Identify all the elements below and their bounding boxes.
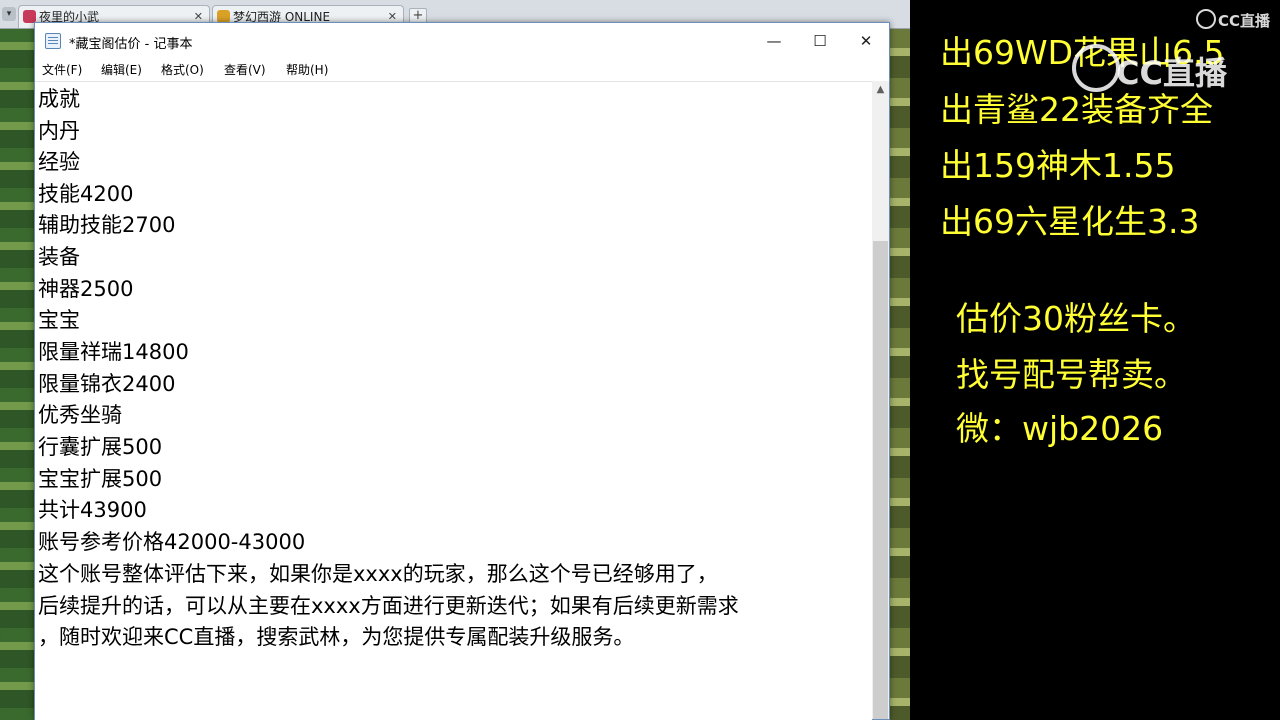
vertical-scrollbar[interactable]: ▲: [872, 81, 889, 719]
notepad-icon: [45, 33, 61, 49]
text-line: 宝宝: [38, 308, 80, 332]
watermark-large: CC直播: [1116, 54, 1227, 92]
text-line: 账号参考价格42000-43000: [38, 530, 306, 554]
menu-bar: 文件(F) 编辑(E) 格式(O) 查看(V) 帮助(H): [35, 59, 889, 81]
maximize-button[interactable]: ☐: [797, 23, 843, 59]
text-line: 内丹: [38, 119, 80, 143]
close-button[interactable]: ✕: [843, 23, 889, 59]
text-line: 限量锦衣2400: [38, 372, 176, 396]
menu-format[interactable]: 格式(O): [161, 61, 204, 78]
minimize-button[interactable]: —: [751, 23, 797, 59]
text-line: 共计43900: [38, 498, 147, 522]
menu-view[interactable]: 查看(V): [224, 61, 266, 78]
menu-edit[interactable]: 编辑(E): [101, 61, 142, 78]
text-editor-area[interactable]: 成就 内丹 经验 技能4200 辅助技能2700 装备 神器2500 宝宝 限量…: [35, 81, 872, 720]
text-line: 行囊扩展500: [38, 435, 163, 459]
sale-line: 出159神木1.55: [940, 146, 1176, 185]
text-line: 装备: [38, 245, 80, 269]
text-line: 辅助技能2700: [38, 213, 176, 237]
cc-logo-large-icon: [1072, 44, 1120, 92]
notepad-window: *藏宝阁估价 - 记事本 — ☐ ✕ 文件(F) 编辑(E) 格式(O) 查看(…: [34, 22, 890, 720]
text-line: ，随时欢迎来CC直播，搜索武林，为您提供专属配装升级服务。: [38, 625, 635, 649]
stream-overlay-panel: 出69WD花果山6.5 出青鲨22装备齐全 出159神木1.55 出69六星化生…: [910, 0, 1280, 720]
menu-help[interactable]: 帮助(H): [286, 61, 328, 78]
text-line: 后续提升的话，可以从主要在xxxx方面进行更新迭代；如果有后续更新需求: [38, 594, 739, 618]
text-line: 优秀坐骑: [38, 403, 122, 427]
text-line: 成就: [38, 87, 80, 111]
text-line: 这个账号整体评估下来，如果你是xxxx的玩家，那么这个号已经够用了，: [38, 562, 718, 586]
note-line: 找号配号帮卖。: [956, 355, 1187, 394]
sale-line: 出69六星化生3.3: [940, 202, 1200, 241]
text-line: 限量祥瑞14800: [38, 340, 189, 364]
note-line: 微：wjb2026: [956, 409, 1164, 448]
window-title: *藏宝阁估价 - 记事本: [69, 37, 193, 52]
cc-logo-icon: [1196, 9, 1216, 29]
text-line: 宝宝扩展500: [38, 467, 163, 491]
text-line: 经验: [38, 150, 80, 174]
note-line: 估价30粉丝卡。: [956, 299, 1196, 338]
text-line: 技能4200: [38, 182, 134, 206]
scroll-up-arrow-icon[interactable]: ▲: [872, 81, 889, 98]
title-bar[interactable]: *藏宝阁估价 - 记事本 — ☐ ✕: [35, 23, 889, 59]
text-line: 神器2500: [38, 277, 134, 301]
game-right-edge: [890, 28, 910, 720]
tab-list-dropdown-icon[interactable]: ▾: [2, 7, 16, 21]
menu-file[interactable]: 文件(F): [42, 61, 82, 78]
watermark-small: CC直播: [1218, 12, 1271, 30]
scrollbar-thumb[interactable]: [873, 241, 888, 719]
